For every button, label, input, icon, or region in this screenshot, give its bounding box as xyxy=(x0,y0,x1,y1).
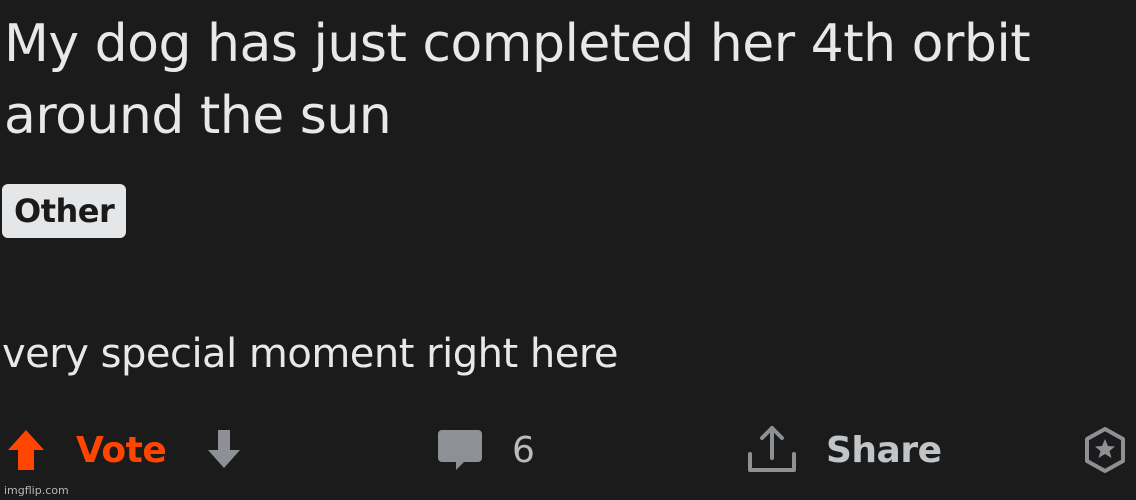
post-card: My dog has just completed her 4th orbit … xyxy=(0,0,1136,500)
share-upload-icon xyxy=(744,424,800,476)
watermark-text: imgflip.com xyxy=(4,484,69,497)
downvote-button[interactable] xyxy=(204,420,244,480)
post-title[interactable]: My dog has just completed her 4th orbit … xyxy=(4,8,1124,152)
vote-group: Vote xyxy=(6,420,167,480)
share-button[interactable]: Share xyxy=(744,420,942,480)
downvote-arrow-icon[interactable] xyxy=(204,428,244,472)
post-body: very special moment right here xyxy=(2,331,619,377)
post-flair[interactable]: Other xyxy=(2,184,127,238)
comment-count: 6 xyxy=(512,429,535,471)
share-label: Share xyxy=(826,429,942,471)
award-button[interactable] xyxy=(1082,420,1128,480)
upvote-arrow-icon[interactable] xyxy=(6,428,46,472)
comments-button[interactable]: 6 xyxy=(436,420,535,480)
vote-label: Vote xyxy=(76,429,167,471)
comment-bubble-icon xyxy=(436,428,484,472)
award-badge-icon xyxy=(1082,427,1128,473)
action-bar: Vote 6 Share xyxy=(0,420,1136,480)
